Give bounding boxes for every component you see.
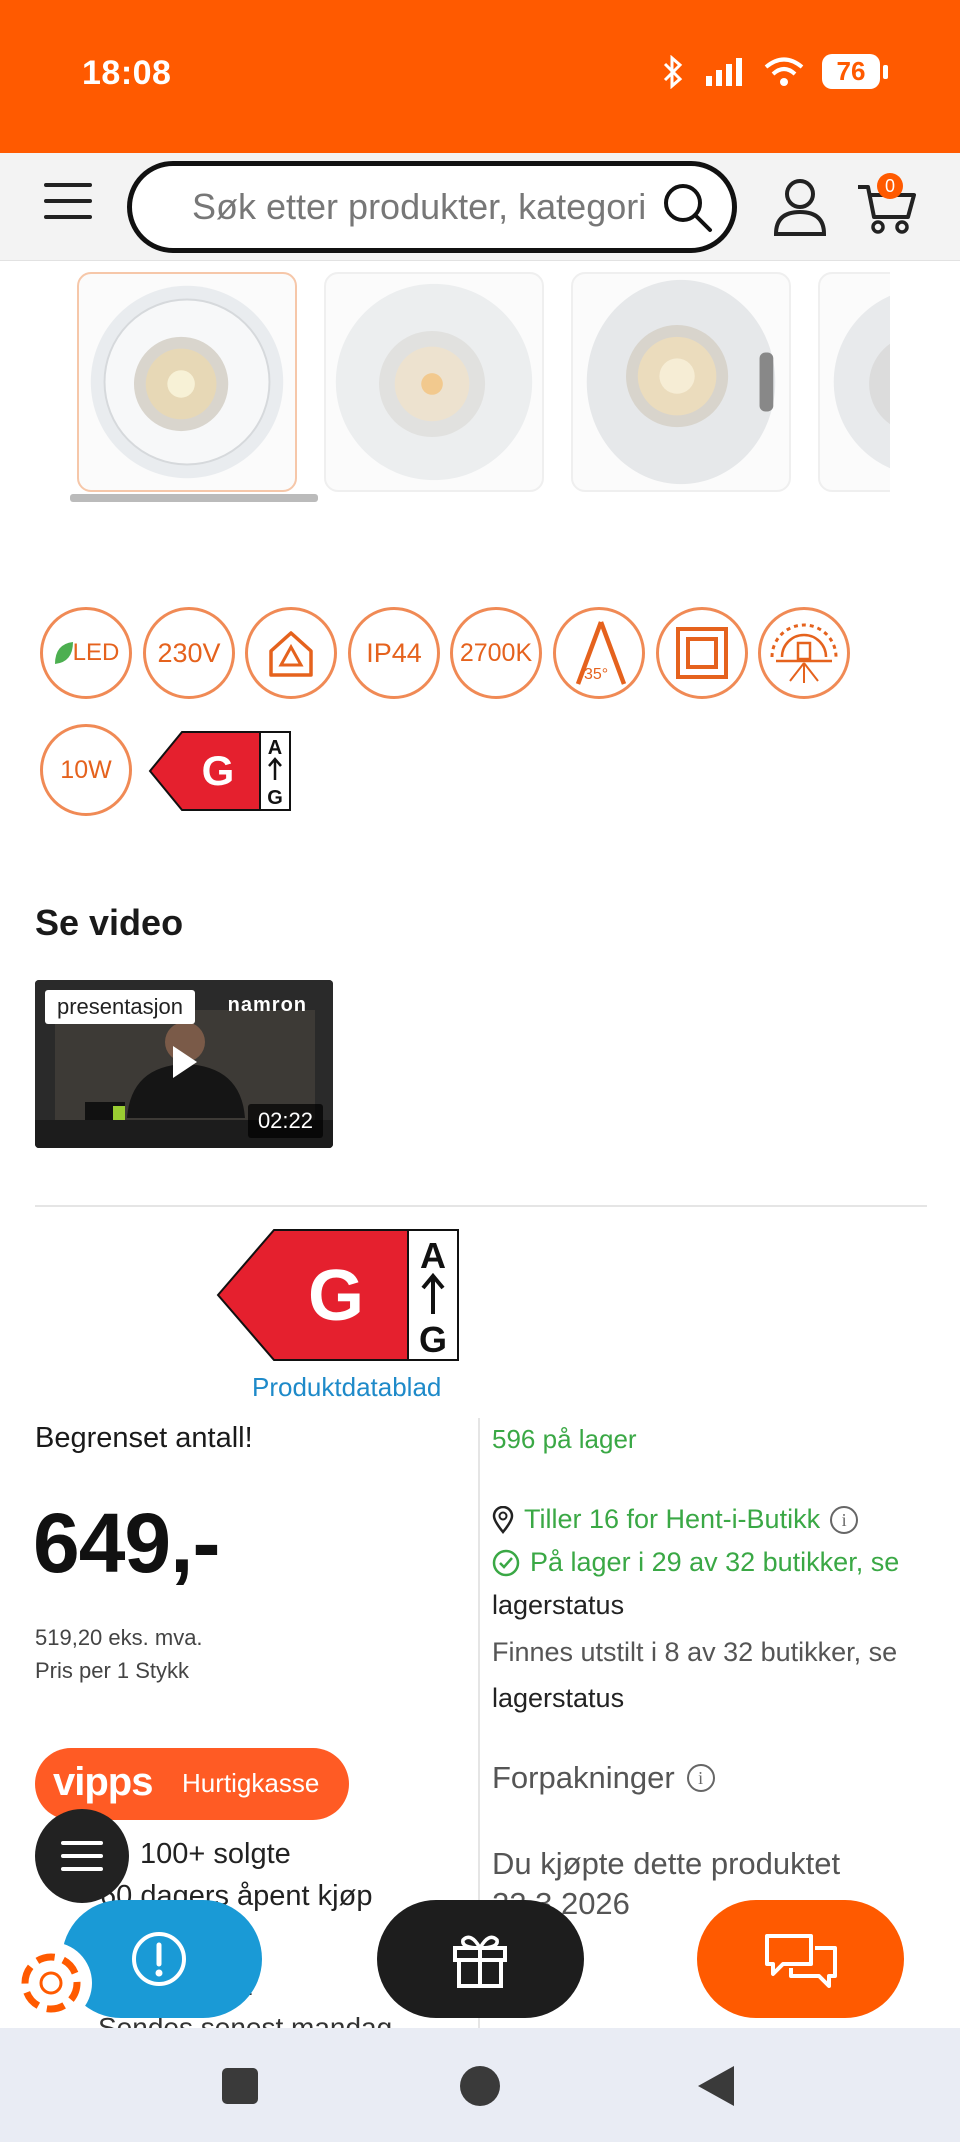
svg-text:G: G [419,1319,447,1360]
packaging-section[interactable]: Forpakninger i [492,1760,715,1796]
svg-text:G: G [202,747,235,794]
thumbnail-2[interactable] [324,272,544,492]
bluetooth-icon [663,54,683,89]
vipps-label: Hurtigkasse [182,1768,320,1798]
exhibited-text: Finnes utstilt i 8 av 32 butikker, se [492,1637,898,1667]
video-brand: namron [227,994,307,1016]
price-ex-vat: 519,20 eks. mva. [35,1625,203,1650]
voltage-icon: 230V [143,607,235,699]
limited-quantity-text: Begrenset antall! [35,1422,253,1454]
svg-text:A: A [268,737,282,759]
led-icon: LED [40,607,132,699]
beam-angle-icon: 35° [553,607,645,699]
energy-label[interactable]: G A G [216,1228,460,1362]
thumbnail-scrollbar[interactable] [70,494,318,502]
status-time: 18:08 [82,54,172,92]
play-icon[interactable] [169,1044,199,1080]
dimmable-icon [758,607,850,699]
datasheet-link[interactable]: Produktdatablad [252,1372,441,1403]
vipps-logo: vipps [53,1760,153,1804]
pickup-store-label[interactable]: Tiller 16 for Hent-i-Butikk [524,1504,820,1535]
exclamation-icon [132,1932,186,1986]
wifi-icon [764,57,804,86]
in-stores-text: På lager i 29 av 32 butikker, se [530,1547,900,1577]
stock-count: 596 på lager [492,1424,637,1454]
thumbnail-1[interactable] [77,272,297,492]
gift-button[interactable] [377,1900,584,2018]
video-tag: presentasjon [45,990,195,1024]
feedback-button[interactable] [62,1900,262,2018]
thumbnail-4[interactable] [818,272,890,492]
status-bar: 18:08 76 [0,0,960,153]
video-thumbnail[interactable]: presentasjon namron 02:22 [35,980,333,1148]
price-per-unit: Pris per 1 Stykk [35,1658,190,1683]
chat-icon [765,1934,837,1988]
sold-count: 100+ solgte [140,1838,291,1870]
pickup-store[interactable]: Tiller 16 for Hent-i-Butikk i [492,1504,859,1535]
system-navigation-bar [0,2028,960,2142]
back-button[interactable] [698,2066,734,2106]
cart-count-badge: 0 [877,173,903,199]
location-pin-icon [492,1505,514,1534]
wattage-icon: 10W [40,724,132,816]
price: 649,- [33,1496,220,1590]
purchase-history-label: Du kjøpte dette produktet [492,1846,841,1881]
energy-class-small-icon: G A G [148,731,291,811]
double-insulation-icon [656,607,748,699]
search-icon[interactable] [660,180,714,234]
info-icon[interactable]: i [830,1505,859,1534]
signal-icon [706,57,742,86]
product-thumbnails [0,262,890,508]
info-icon[interactable]: i [686,1764,715,1792]
gift-icon [453,1935,507,1988]
stock-status-link[interactable]: lagerstatus [492,1590,624,1621]
section-divider [35,1205,927,1207]
svg-text:G: G [308,1256,364,1336]
search-input[interactable] [192,180,647,234]
packaging-label[interactable]: Forpakninger [492,1760,675,1796]
svg-text:A: A [420,1235,446,1276]
check-circle-icon [492,1549,520,1576]
home-button[interactable] [460,2066,500,2106]
battery-indicator: 76 [822,54,888,89]
video-section-title: Se video [35,902,184,943]
in-store-availability: På lager i 29 av 32 butikker, se [492,1547,899,1578]
house-icon [245,607,337,699]
chat-button[interactable] [697,1900,904,2018]
color-temperature-icon: 2700K [450,607,542,699]
help-button[interactable] [10,1942,92,2024]
menu-button[interactable] [44,183,92,223]
user-icon[interactable] [772,177,828,237]
lifebuoy-icon [21,1953,81,2013]
exhibited-status-link[interactable]: lagerstatus [492,1683,624,1714]
video-duration: 02:22 [247,1104,323,1138]
recent-apps-button[interactable] [222,2068,258,2104]
status-icons: 76 [660,54,888,89]
search-bar[interactable] [127,161,737,253]
thumbnail-3[interactable] [571,272,791,492]
ip-rating-icon: IP44 [348,607,440,699]
site-header [0,153,960,261]
floating-menu-button[interactable] [35,1809,129,1903]
svg-text:G: G [267,787,283,809]
